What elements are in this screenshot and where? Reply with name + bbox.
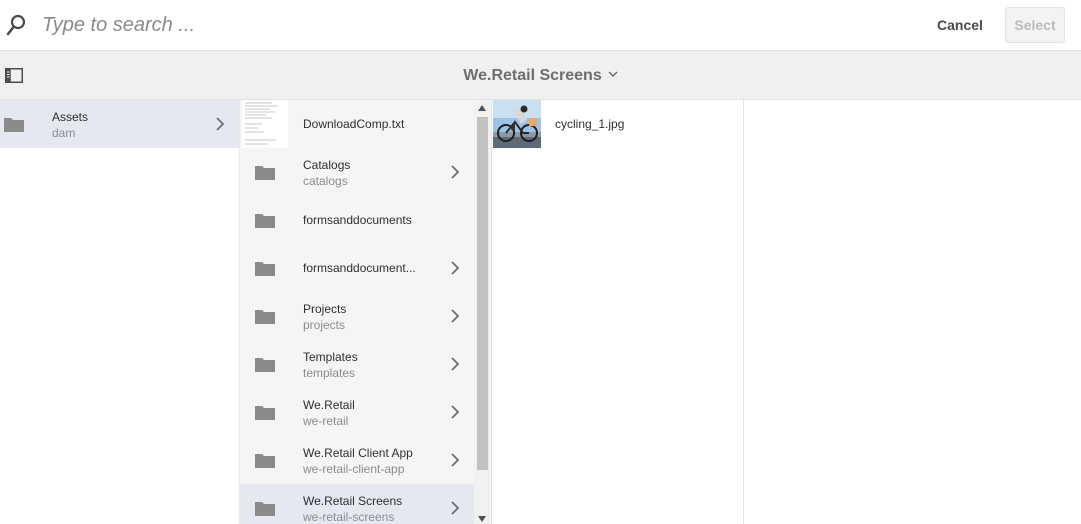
chevron-right-icon[interactable]: [451, 501, 459, 515]
rail-toggle-icon[interactable]: [5, 68, 23, 83]
column-item-catalogs[interactable]: Catalogs catalogs: [240, 148, 474, 196]
column-item-assets[interactable]: Assets dam: [0, 100, 240, 148]
chevron-right-icon[interactable]: [451, 261, 459, 275]
folder-icon: [255, 502, 275, 516]
column-item-title: Catalogs: [303, 158, 351, 172]
column-item-title: cycling_1.jpg: [555, 117, 625, 131]
chevron-right-icon[interactable]: [451, 357, 459, 371]
folder-icon: [255, 262, 275, 276]
column-item-title: formsanddocuments: [303, 213, 412, 227]
column-root: Assets dam: [0, 100, 240, 524]
cancel-button[interactable]: Cancel: [930, 8, 990, 42]
column-item-templates[interactable]: Templates templates: [240, 340, 474, 388]
scroll-up-arrow-icon[interactable]: [478, 105, 486, 111]
column-item-subtitle: catalogs: [303, 174, 348, 188]
folder-icon: [255, 214, 275, 228]
folder-icon: [255, 310, 275, 324]
chevron-down-icon: [608, 71, 618, 78]
scroll-down-arrow-icon[interactable]: [478, 516, 486, 522]
column-scrollbar[interactable]: [474, 100, 490, 524]
column-dam: DownloadComp.txt Catalogs catalogs forms…: [240, 100, 492, 524]
folder-icon: [4, 118, 24, 132]
column-item-formsanddocuments[interactable]: formsanddocuments: [240, 196, 474, 244]
folder-icon: [255, 358, 275, 372]
column-item-downloadcomp[interactable]: DownloadComp.txt: [240, 100, 474, 148]
column-item-projects[interactable]: Projects projects: [240, 292, 474, 340]
column-item-subtitle: projects: [303, 318, 346, 332]
location-title[interactable]: We.Retail Screens: [0, 51, 1081, 100]
column-item-title: We.Retail: [303, 398, 355, 412]
column-item-we-retail-screens[interactable]: We.Retail Screens we-retail-screens: [240, 484, 474, 524]
document-thumbnail: [242, 100, 288, 148]
column-item-cycling-1[interactable]: cycling_1.jpg: [492, 100, 743, 148]
scrollbar-thumb[interactable]: [477, 117, 488, 470]
column-item-title: Templates: [303, 350, 358, 364]
search-icon: [6, 14, 26, 36]
column-item-subtitle: templates: [303, 366, 356, 380]
column-item-title: DownloadComp.txt: [303, 117, 405, 131]
column-item-subtitle: we-retail-client-app: [303, 462, 405, 476]
chevron-right-icon[interactable]: [451, 165, 459, 179]
column-item-title: formsanddocument...: [303, 261, 416, 275]
folder-icon: [255, 454, 275, 468]
column-item-formsanddocuments-2[interactable]: formsanddocument...: [240, 244, 474, 292]
chevron-right-icon[interactable]: [216, 117, 224, 131]
column-item-title: We.Retail Client App: [303, 446, 413, 460]
image-thumbnail: [493, 100, 541, 148]
column-item-subtitle: we-retail: [303, 414, 349, 428]
search-bar: Cancel Select: [0, 0, 1081, 51]
column-view-header: We.Retail Screens: [0, 51, 1081, 100]
column-empty: [744, 100, 1081, 524]
location-title-text: We.Retail Screens: [463, 67, 602, 84]
column-item-title: Assets: [52, 110, 89, 124]
folder-icon: [255, 406, 275, 420]
chevron-right-icon[interactable]: [451, 453, 459, 467]
column-item-subtitle: dam: [52, 126, 76, 140]
column-item-title: Projects: [303, 302, 347, 316]
column-item-we-retail-client-app[interactable]: We.Retail Client App we-retail-client-ap…: [240, 436, 474, 484]
chevron-right-icon[interactable]: [451, 405, 459, 419]
chevron-right-icon[interactable]: [451, 309, 459, 323]
column-item-subtitle: we-retail-screens: [303, 510, 395, 524]
folder-icon: [255, 166, 275, 180]
column-item-we-retail[interactable]: We.Retail we-retail: [240, 388, 474, 436]
column-we-retail-screens: cycling_1.jpg: [492, 100, 744, 524]
select-button[interactable]: Select: [1005, 7, 1065, 43]
column-item-title: We.Retail Screens: [303, 494, 403, 508]
search-input[interactable]: [42, 10, 642, 40]
